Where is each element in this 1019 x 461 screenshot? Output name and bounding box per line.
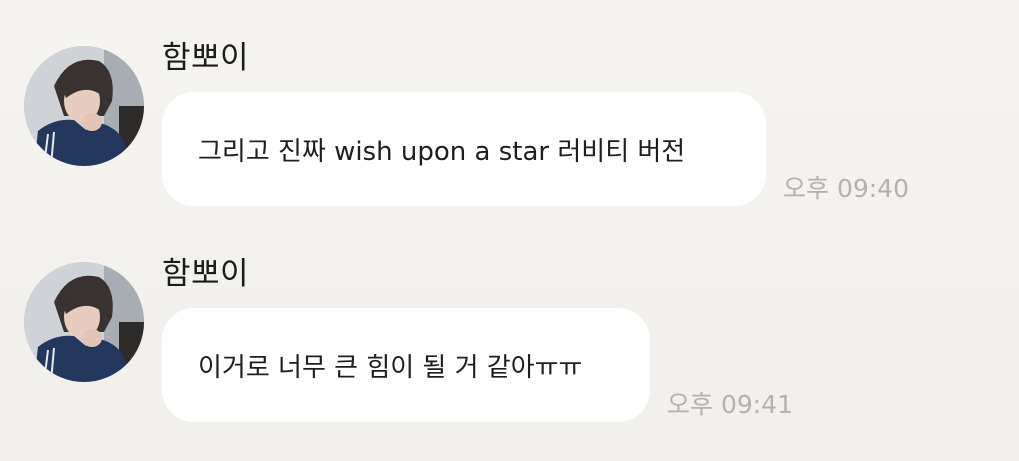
avatar-photo	[24, 46, 144, 166]
message-bubble[interactable]: 이거로 너무 큰 힘이 될 거 같아ㅠㅠ	[162, 308, 650, 422]
avatar[interactable]	[24, 262, 144, 382]
sender-name: 함뽀이	[162, 256, 250, 292]
message-text: 이거로 너무 큰 힘이 될 거 같아ㅠㅠ	[198, 352, 583, 383]
message-timestamp: 오후 09:41	[667, 390, 793, 419]
message-timestamp: 오후 09:40	[783, 174, 909, 203]
avatar[interactable]	[24, 46, 144, 166]
message-text: 그리고 진짜 wish upon a star 러비티 버전	[198, 136, 686, 167]
sender-name: 함뽀이	[162, 40, 250, 76]
message-bubble[interactable]: 그리고 진짜 wish upon a star 러비티 버전	[162, 92, 766, 206]
avatar-photo	[24, 262, 144, 382]
chat-thread: 함뽀이 그리고 진짜 wish upon a star 러비티 버전 오후 09…	[0, 0, 1019, 461]
